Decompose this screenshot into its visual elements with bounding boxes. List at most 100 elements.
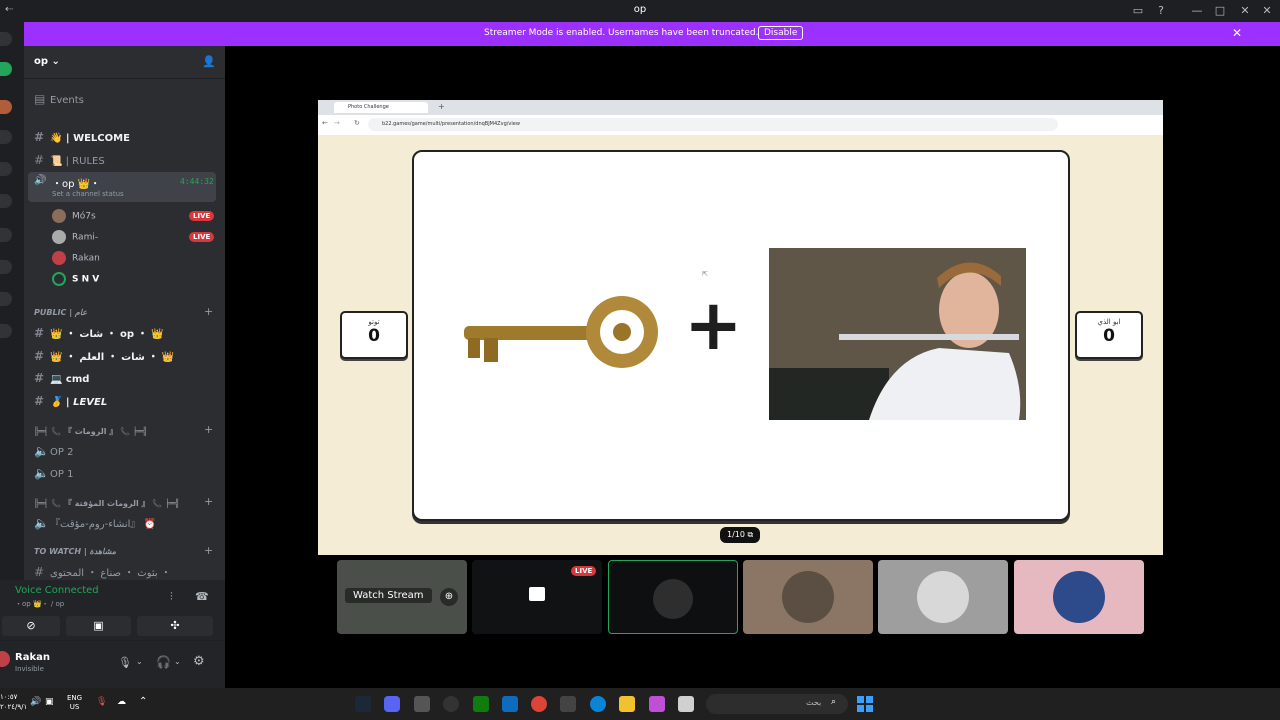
help-icon[interactable]: ?	[1152, 2, 1170, 20]
forward-icon[interactable]: →	[334, 119, 340, 127]
address-bar[interactable]: b22.games/game/multi/presentation/dnqBJM…	[368, 118, 1058, 131]
steam-icon[interactable]	[355, 696, 371, 712]
participant-tile[interactable]	[608, 560, 738, 634]
store-icon[interactable]	[560, 696, 576, 712]
browser-tab[interactable]: Photo Challenge	[334, 102, 428, 113]
chevron-up-icon[interactable]: ⌃	[139, 696, 147, 707]
disable-button[interactable]: Disable	[758, 26, 804, 40]
microphone-icon[interactable]: 🎙	[96, 697, 107, 707]
chevron-down-icon[interactable]: ⌄	[136, 657, 143, 666]
task-view-icon[interactable]	[678, 696, 694, 712]
settings-gear-icon[interactable]: ⚙	[193, 654, 205, 669]
noise-suppression-icon[interactable]: ⫶	[170, 590, 173, 604]
username[interactable]: Rakan	[15, 652, 50, 663]
server-icon[interactable]	[0, 62, 12, 76]
server-icon[interactable]	[0, 292, 12, 306]
voice-user[interactable]: Rami-	[52, 230, 98, 244]
chrome-icon[interactable]	[531, 696, 547, 712]
close-banner-icon[interactable]: ✕	[1232, 26, 1242, 40]
add-channel-icon[interactable]: +	[204, 544, 213, 557]
category-watch[interactable]: TO WATCH | مشاهدة	[34, 547, 116, 556]
active-voice-channel[interactable]: 🔊 ・op 👑・ 4:44:32 Set a channel status	[28, 172, 216, 202]
server-icon[interactable]	[0, 32, 12, 46]
language-indicator[interactable]: ENG US	[67, 694, 82, 712]
chatgpt-icon[interactable]	[443, 696, 459, 712]
server-name[interactable]: op ⌄	[34, 56, 60, 67]
avatar[interactable]	[0, 651, 10, 667]
server-icon[interactable]	[0, 194, 12, 208]
search-box[interactable]: بحث ⌕	[706, 694, 848, 714]
copilot-icon[interactable]	[649, 696, 665, 712]
participant-tile[interactable]	[743, 560, 873, 634]
channel-chat-alam[interactable]: # 👑 ・ شات ・ العلم ・ 👑	[34, 348, 174, 363]
voice-connected-status[interactable]: Voice Connected	[15, 585, 99, 596]
clock-time[interactable]: ١٠:٥٧	[0, 692, 27, 702]
channel-label: 👑 ・ شات ・ op ・ 👑	[50, 329, 164, 340]
voice-user[interactable]: Mó7s	[52, 209, 96, 223]
camera-off-button[interactable]: ⊘	[2, 616, 60, 636]
maximize-button[interactable]: □	[1211, 2, 1229, 20]
xbox-icon[interactable]	[473, 696, 489, 712]
channel-cmd[interactable]: # 💻 cmd	[34, 371, 89, 385]
add-channel-icon[interactable]: +	[204, 305, 213, 318]
channel-creators[interactable]: # بثوث ・ صناع ・ المحتوى ・	[34, 564, 171, 579]
minimize-button[interactable]: —	[1188, 2, 1206, 20]
close-icon[interactable]: ✕	[1258, 2, 1276, 20]
server-icon[interactable]	[0, 228, 12, 242]
channel-status[interactable]: Set a channel status	[52, 190, 124, 198]
server-icon[interactable]	[0, 260, 12, 274]
add-channel-icon[interactable]: +	[204, 423, 213, 436]
clock-date[interactable]: ٢٠٢٤/٩/١	[0, 702, 27, 712]
volume-icon[interactable]: 🔊	[30, 697, 41, 707]
activities-button[interactable]: ✣	[137, 616, 213, 636]
chevron-down-icon[interactable]: ⌄	[174, 657, 181, 666]
file-explorer-icon[interactable]	[619, 696, 635, 712]
channel-rules[interactable]: # 📜 | RULES	[34, 153, 105, 167]
category-temp[interactable]: ╠═╡ 📞 『 الرومات المؤقتة 』 📞 ╞═╣	[34, 498, 180, 509]
channel-welcome[interactable]: # 👋 | WELCOME	[34, 130, 130, 144]
microphone-icon[interactable]: 🎙	[118, 656, 132, 669]
share-screen-button[interactable]: ▣	[66, 616, 131, 636]
participant-tile[interactable]	[878, 560, 1008, 634]
new-tab-icon[interactable]: +	[438, 102, 445, 111]
voice-channel-name[interactable]: ・op 👑・ / op	[15, 599, 64, 609]
back-icon[interactable]: ←	[322, 119, 328, 127]
disconnect-icon[interactable]: ☎	[195, 590, 209, 603]
add-member-icon[interactable]: 👤	[202, 55, 216, 68]
watch-stream-button[interactable]: Watch Stream	[345, 588, 432, 603]
cloud-icon[interactable]: ☁	[117, 697, 126, 707]
category-public[interactable]: PUBLIC | عام	[34, 308, 87, 317]
channel-chat-op[interactable]: # 👑 ・ شات ・ op ・ 👑	[34, 325, 163, 340]
events-link[interactable]: ▤ Events	[34, 92, 84, 106]
voice-channel-op2[interactable]: 🔈OP 2	[34, 444, 73, 458]
voice-user[interactable]: S N V	[52, 272, 99, 286]
inbox-icon[interactable]: ▭	[1129, 2, 1147, 20]
events-label: Events	[50, 95, 84, 106]
server-icon[interactable]	[0, 162, 12, 176]
windows-start-icon[interactable]	[857, 696, 873, 712]
user-status: Invisible	[15, 665, 44, 673]
close-window-button[interactable]: ✕	[1236, 2, 1254, 20]
add-channel-icon[interactable]: +	[204, 495, 213, 508]
reload-icon[interactable]: ↻	[354, 119, 360, 127]
network-icon[interactable]: ▣	[45, 697, 54, 707]
channel-level[interactable]: # 🥇 | LEVEL	[34, 394, 107, 408]
streamed-browser-window[interactable]: Photo Challenge + ← → ↻ b22.games/game/m…	[318, 100, 1163, 555]
server-icon[interactable]	[0, 100, 12, 114]
voice-channel-temp[interactable]: 🔈『انشاء-روم-مؤقت』 ⏰	[34, 515, 156, 530]
category-rooms[interactable]: ╠═╡ 📞 『 الرومات 』 📞 ╞═╣	[34, 426, 147, 437]
voice-user[interactable]: Rakan	[52, 251, 100, 265]
server-icon[interactable]	[0, 324, 12, 338]
edge-icon[interactable]	[590, 696, 606, 712]
stream-tile[interactable]: LIVE	[472, 560, 602, 634]
discord-icon[interactable]	[384, 696, 400, 712]
stream-tile[interactable]: Watch Stream ⊕	[337, 560, 467, 634]
participant-tile[interactable]	[1014, 560, 1144, 634]
outlook-icon[interactable]	[502, 696, 518, 712]
headphones-icon[interactable]: 🎧	[156, 655, 171, 669]
settings-icon[interactable]	[414, 696, 430, 712]
popout-icon[interactable]: ⊕	[440, 588, 458, 606]
voice-channel-op1[interactable]: 🔈OP 1	[34, 466, 73, 480]
back-arrow-icon[interactable]: ⇠	[5, 4, 13, 15]
server-icon[interactable]	[0, 130, 12, 144]
